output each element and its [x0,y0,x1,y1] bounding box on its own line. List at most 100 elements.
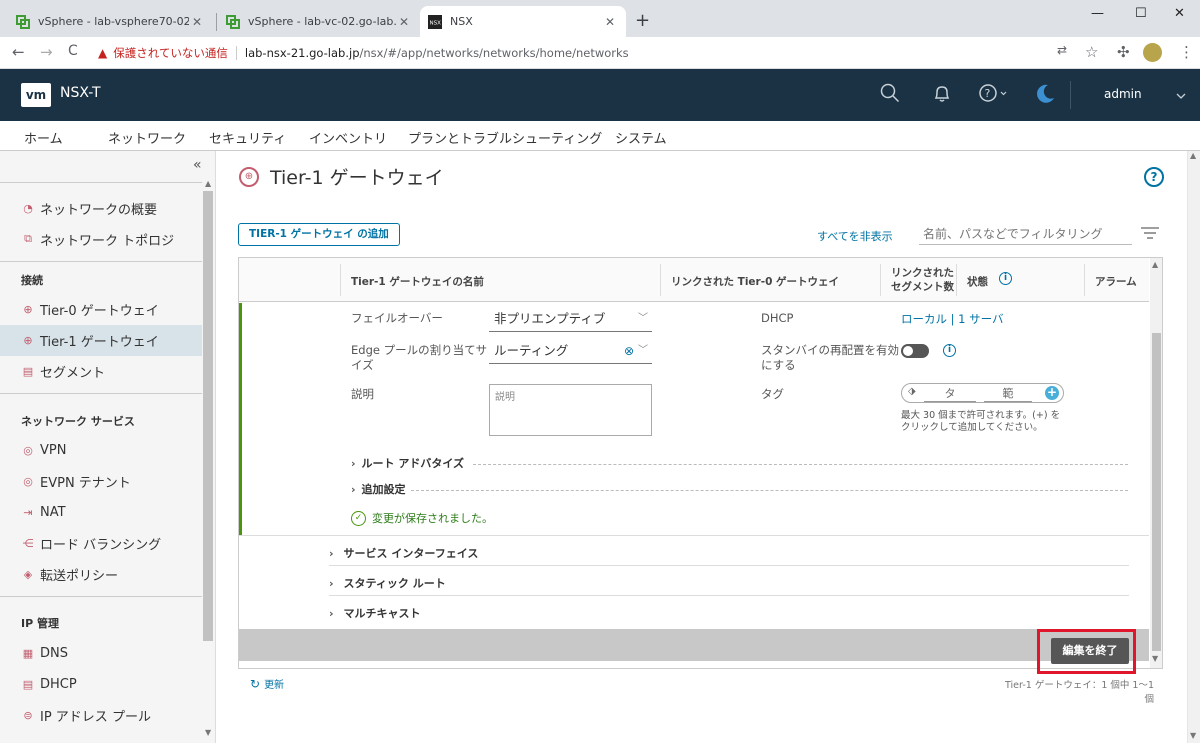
grid-scrollbar[interactable] [1152,333,1161,651]
failover-select[interactable]: 非プリエンプティブ ﹀ [489,308,652,332]
new-tab-button[interactable]: + [635,10,650,31]
sidebar-item-dns[interactable]: ▦ DNS [21,642,68,664]
window-close-icon[interactable]: ✕ [1174,6,1185,21]
hide-all-link[interactable]: すべてを非表示 [817,228,893,244]
tag-input[interactable]: ⬗ タ 範 + [901,383,1064,403]
help-menu-icon[interactable]: ? [977,83,1009,107]
column-header-name[interactable]: Tier-1 ゲートウェイの名前 [351,274,484,289]
moon-icon[interactable] [1033,83,1057,107]
scope-field[interactable]: 範 [984,385,1032,402]
sidebar-item-forwarding-policy[interactable]: ◈ 転送ポリシー [21,563,118,585]
scroll-down-icon[interactable]: ▼ [1190,731,1196,740]
scroll-down-icon[interactable]: ▼ [1152,654,1158,663]
scroll-up-icon[interactable]: ▲ [205,179,211,188]
add-tier1-gateway-button[interactable]: TIER-1 ゲートウェイ の追加 [238,223,400,246]
chevron-right-icon: › [329,577,334,590]
scroll-up-icon[interactable]: ▲ [1152,260,1158,269]
additional-settings-section[interactable]: › 追加設定 [351,481,406,497]
check-circle-icon: ✓ [351,510,366,526]
row-divider [329,565,1129,566]
sidebar-item-tier1[interactable]: ⊕ Tier-1 ゲートウェイ [21,329,158,351]
content-scrollbar[interactable]: ▲ ▼ [1187,151,1200,743]
multicast-section[interactable]: › マルチキャスト [329,605,421,621]
user-menu[interactable]: admin [1104,87,1142,101]
column-header-alarm[interactable]: アラーム [1095,274,1137,289]
minimize-icon[interactable]: — [1091,6,1104,21]
tag-field[interactable]: タ [924,385,976,402]
static-routes-label: スタティック ルート [343,577,446,590]
tab-inventory[interactable]: インベントリ [309,128,387,147]
header-divider [1070,81,1071,109]
standby-relocation-toggle[interactable] [901,344,929,358]
tag-hint-line1: 最大 30 個まで許可されます。(+) を [901,410,1061,421]
sidebar-item-network-topology[interactable]: ⧉ ネットワーク トポロジ [21,228,174,250]
sidebar-item-load-balancing[interactable]: ⋲ ロード バランシング [21,532,162,554]
close-icon[interactable]: ✕ [189,15,205,29]
star-icon[interactable]: ☆ [1085,43,1098,61]
maximize-icon[interactable]: ☐ [1135,6,1147,21]
back-icon[interactable]: ← [12,43,25,61]
chevron-down-icon[interactable] [1176,89,1186,103]
browser-tab-1[interactable]: vSphere - lab-vsphere70-02-nsxt ✕ [8,6,213,37]
sidebar-item-evpn[interactable]: ◎ EVPN テナント [21,470,131,492]
warning-icon[interactable]: ▲ [98,46,107,60]
scroll-down-icon[interactable]: ▼ [205,728,211,737]
close-icon[interactable]: ✕ [396,15,412,29]
info-icon[interactable]: i [943,344,956,357]
app-header: vm NSX-T ? admin [0,69,1200,121]
main-content: ⊕ Tier-1 ゲートウェイ ? TIER-1 ゲートウェイ の追加 すべてを… [217,151,1187,743]
tab-security[interactable]: セキュリティ [209,128,286,147]
sidebar-item-label: IP アドレス プール [40,709,151,725]
edge-pool-select[interactable]: ルーティング ⊗ ﹀ [489,340,652,364]
info-icon[interactable]: i [999,272,1012,285]
add-tag-icon[interactable]: + [1045,386,1059,400]
close-icon[interactable]: ✕ [602,15,618,29]
refresh-button[interactable]: ↻ 更新 [250,676,284,692]
filter-input[interactable] [919,223,1132,245]
vsphere-favicon-icon [226,14,240,29]
column-header-status[interactable]: 状態 [967,274,988,289]
browser-tab-2[interactable]: vSphere - lab-vc-02.go-lab.jp - U ✕ [218,6,420,37]
search-icon[interactable] [878,83,902,107]
collapse-icon[interactable]: « [193,157,202,173]
tab-system[interactable]: システム [615,128,667,147]
reload-icon[interactable]: C [68,43,78,59]
sidebar-item-nat[interactable]: ⇥ NAT [21,501,65,523]
dhcp-link[interactable]: ローカル | 1 サーバ [901,311,1004,327]
sidebar-item-dhcp[interactable]: ▤ DHCP [21,673,77,695]
scroll-up-icon[interactable]: ▲ [1190,151,1196,160]
service-interfaces-section[interactable]: › サービス インターフェイス [329,545,478,561]
bell-icon[interactable] [930,83,954,107]
clear-icon[interactable]: ⊗ [624,340,634,362]
route-advertise-section[interactable]: › ルート アドバタイズ [351,455,464,471]
sidebar-item-network-overview[interactable]: ◔ ネットワークの概要 [21,197,157,219]
column-header-linked-t0[interactable]: リンクされた Tier-0 ゲートウェイ [671,274,839,289]
sidebar-divider [0,182,202,183]
menu-icon[interactable]: ⋮ [1179,43,1194,61]
browser-tab-3[interactable]: NSX NSX ✕ [420,6,626,37]
tab-plan-troubleshoot[interactable]: プランとトラブルシューティング [408,128,602,147]
failover-value: 非プリエンプティブ [494,311,606,326]
profile-avatar[interactable] [1143,43,1162,62]
column-header-linked-segments-line2[interactable]: セグメント数 [891,279,954,294]
tab-home[interactable]: ホーム [24,128,63,147]
sidebar-item-tier0[interactable]: ⊕ Tier-0 ゲートウェイ [21,298,158,320]
puzzle-icon[interactable]: ✣ [1117,43,1130,61]
sidebar-scrollbar[interactable] [203,191,213,641]
help-icon[interactable]: ? [1144,167,1164,187]
sidebar-item-vpn[interactable]: ◎ VPN [21,439,66,461]
filter-icon[interactable] [1141,225,1159,243]
url-field[interactable]: ▲ 保護されていない通信 lab-nsx-21.go-lab.jp /nsx/#… [98,41,1118,65]
forward-icon[interactable]: → [40,43,53,61]
tag-hint-line2: クリックして追加してください。 [901,422,1043,433]
security-warning[interactable]: 保護されていない通信 [113,45,228,61]
translate-icon[interactable]: ⇄ [1057,43,1067,57]
sidebar-item-ip-pools[interactable]: ⊜ IP アドレス プール [21,704,151,726]
dns-icon: ▦ [22,646,34,660]
column-header-linked-segments-line1[interactable]: リンクされた [891,265,954,280]
vmware-logo: vm [21,83,51,107]
sidebar-item-segments[interactable]: ▤ セグメント [21,360,105,382]
edge-pool-value: ルーティング [494,343,569,358]
description-textarea[interactable]: 説明 [489,384,652,436]
static-routes-section[interactable]: › スタティック ルート [329,575,446,591]
